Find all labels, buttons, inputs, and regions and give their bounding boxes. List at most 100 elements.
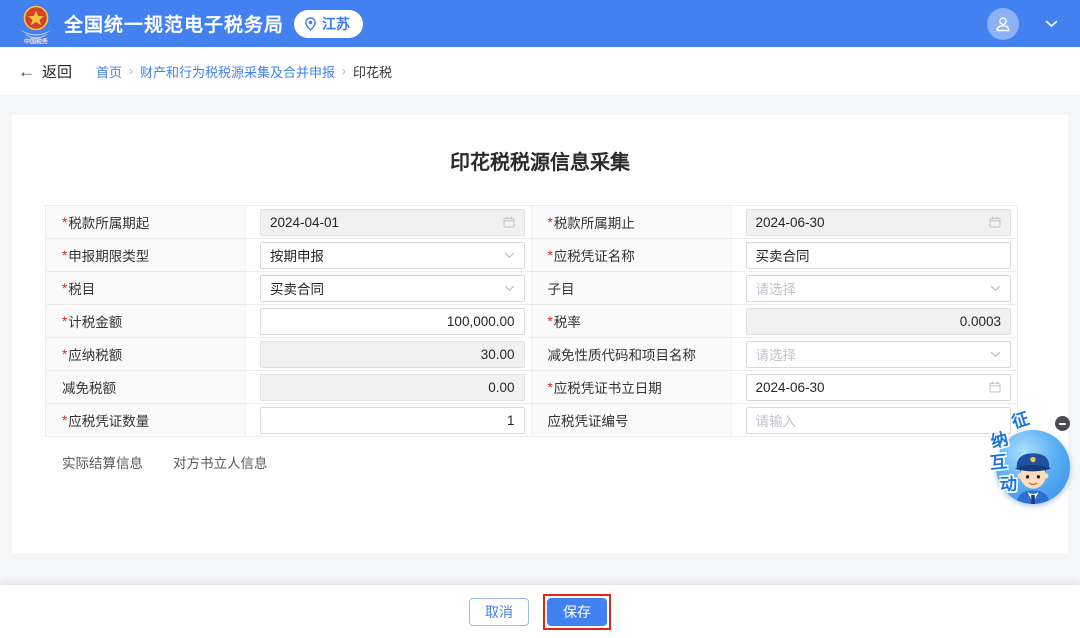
region-badge[interactable]: 江苏 <box>294 10 363 38</box>
field-label-taxable-certificate-name: *应税凭证名称 <box>532 239 732 272</box>
brand: 中国税务 全国统一规范电子税务局 江苏 <box>18 4 363 44</box>
filing-deadline-type-value: 按期申报 <box>270 245 498 265</box>
app-header: 中国税务 全国统一规范电子税务局 江苏 <box>0 0 1080 47</box>
form-table: *税款所属期起2024-04-01*税款所属期止2024-06-30*申报期限类… <box>45 205 1018 437</box>
reduction-amount-value: 0.00 <box>270 380 515 395</box>
section-tab-1[interactable]: 对方书立人信息 <box>173 452 268 472</box>
tax-payable-input: 30.00 <box>260 341 525 368</box>
location-pin-icon <box>304 17 317 31</box>
chevron-down-icon[interactable] <box>1045 20 1058 28</box>
back-button[interactable]: ← 返回 <box>18 61 72 82</box>
taxable-amount-value: 100,000.00 <box>270 314 515 329</box>
required-asterisk: * <box>62 413 67 428</box>
field-label-tax-payable: *应纳税额 <box>46 338 246 371</box>
required-asterisk: * <box>62 314 67 329</box>
svg-text:中国税务: 中国税务 <box>24 37 49 44</box>
chevron-down-icon <box>990 351 1001 358</box>
tax-officer-avatar[interactable] <box>996 430 1070 504</box>
field-label-reduction-code-and-project: 减免性质代码和项目名称 <box>532 338 732 371</box>
save-button[interactable]: 保存 <box>547 598 607 626</box>
field-label-tax-period-end: *税款所属期止 <box>532 206 732 239</box>
certificate-number-input[interactable]: 请输入 <box>746 407 1012 434</box>
page-title: 印花税税源信息采集 <box>12 115 1068 177</box>
field-cell-certificate-count: 1 <box>246 404 532 437</box>
tax-rate-value: 0.0003 <box>756 314 1002 329</box>
tax-payable-value: 30.00 <box>270 347 515 362</box>
certificate-count-input[interactable]: 1 <box>260 407 525 434</box>
field-cell-tax-payable: 30.00 <box>246 338 532 371</box>
required-asterisk: * <box>548 215 553 230</box>
field-label-certificate-count: *应税凭证数量 <box>46 404 246 437</box>
field-cell-taxable-amount: 100,000.00 <box>246 305 532 338</box>
field-label-certificate-number: 应税凭证编号 <box>532 404 732 437</box>
section-tab-0[interactable]: 实际结算信息 <box>62 452 143 472</box>
breadcrumb-item-1[interactable]: 财产和行为税税源采集及合并申报 <box>140 62 335 81</box>
certificate-number-value: 请输入 <box>756 410 1002 430</box>
tax-item-select[interactable]: 买卖合同 <box>260 275 525 302</box>
section-tabs: 实际结算信息 对方书立人信息 <box>62 452 268 472</box>
tax-period-end-date-field: 2024-06-30 <box>746 209 1012 236</box>
required-asterisk: * <box>62 215 67 230</box>
chevron-down-icon <box>504 252 515 259</box>
field-label-filing-deadline-type: *申报期限类型 <box>46 239 246 272</box>
taxable-certificate-name-input[interactable]: 买卖合同 <box>746 242 1012 269</box>
field-cell-taxable-certificate-name: 买卖合同 <box>732 239 1018 272</box>
tax-bureau-logo: 中国税务 <box>18 4 54 44</box>
save-button-highlight: 保存 <box>543 594 611 630</box>
field-label-certificate-issue-date: *应税凭证书立日期 <box>532 371 732 404</box>
cancel-button[interactable]: 取消 <box>469 598 529 626</box>
calendar-icon <box>989 216 1001 228</box>
taxable-certificate-name-value: 买卖合同 <box>756 245 1002 265</box>
field-label-sub-item: 子目 <box>532 272 732 305</box>
required-asterisk: * <box>62 281 67 296</box>
taxable-amount-input[interactable]: 100,000.00 <box>260 308 525 335</box>
breadcrumb-item-2: 印花税 <box>353 62 392 81</box>
required-asterisk: * <box>548 314 553 329</box>
person-icon <box>994 15 1012 33</box>
certificate-count-value: 1 <box>270 413 515 428</box>
reduction-amount-input: 0.00 <box>260 374 525 401</box>
back-arrow-icon: ← <box>18 63 35 80</box>
calendar-icon <box>503 216 515 228</box>
field-label-reduction-amount: 减免税额 <box>46 371 246 404</box>
field-cell-tax-period-end: 2024-06-30 <box>732 206 1018 239</box>
officer-cartoon <box>1004 444 1062 504</box>
header-actions <box>987 8 1058 40</box>
field-cell-tax-period-start: 2024-04-01 <box>246 206 532 239</box>
breadcrumb-item-0[interactable]: 首页 <box>96 62 122 81</box>
sub-item-value: 请选择 <box>756 278 985 298</box>
tax-period-end-value: 2024-06-30 <box>756 215 984 230</box>
required-asterisk: * <box>548 380 553 395</box>
form-card: 印花税税源信息采集 *税款所属期起2024-04-01*税款所属期止2024-0… <box>12 115 1068 553</box>
user-avatar[interactable] <box>987 8 1019 40</box>
required-asterisk: * <box>62 248 67 263</box>
filing-deadline-type-select[interactable]: 按期申报 <box>260 242 525 269</box>
region-label: 江苏 <box>322 14 350 34</box>
tax-interaction-widget: 征 纳 互 动 <box>988 410 1078 506</box>
reduction-code-and-project-value: 请选择 <box>756 344 985 364</box>
field-cell-tax-rate: 0.0003 <box>732 305 1018 338</box>
certificate-issue-date-date-field[interactable]: 2024-06-30 <box>746 374 1012 401</box>
certificate-issue-date-value: 2024-06-30 <box>756 380 984 395</box>
footer-action-bar: 取消 保存 <box>0 585 1080 638</box>
tax-item-value: 买卖合同 <box>270 278 498 298</box>
tax-rate-input: 0.0003 <box>746 308 1012 335</box>
field-cell-reduction-code-and-project: 请选择 <box>732 338 1018 371</box>
chevron-down-icon <box>504 285 515 292</box>
page: 中国税务 全国统一规范电子税务局 江苏 <box>0 0 1080 638</box>
chevron-down-icon <box>990 285 1001 292</box>
field-cell-certificate-issue-date: 2024-06-30 <box>732 371 1018 404</box>
required-asterisk: * <box>62 347 67 362</box>
sub-item-select[interactable]: 请选择 <box>746 275 1012 302</box>
reduction-code-and-project-select[interactable]: 请选择 <box>746 341 1012 368</box>
field-cell-sub-item: 请选择 <box>732 272 1018 305</box>
breadcrumb-separator: › <box>129 64 133 78</box>
tax-period-start-value: 2024-04-01 <box>270 215 497 230</box>
field-cell-filing-deadline-type: 按期申报 <box>246 239 532 272</box>
widget-char: 征 <box>1010 410 1031 431</box>
required-asterisk: * <box>548 248 553 263</box>
minimize-widget-button[interactable] <box>1055 416 1070 431</box>
field-cell-certificate-number: 请输入 <box>732 404 1018 437</box>
field-label-taxable-amount: *计税金额 <box>46 305 246 338</box>
tax-period-start-date-field: 2024-04-01 <box>260 209 525 236</box>
